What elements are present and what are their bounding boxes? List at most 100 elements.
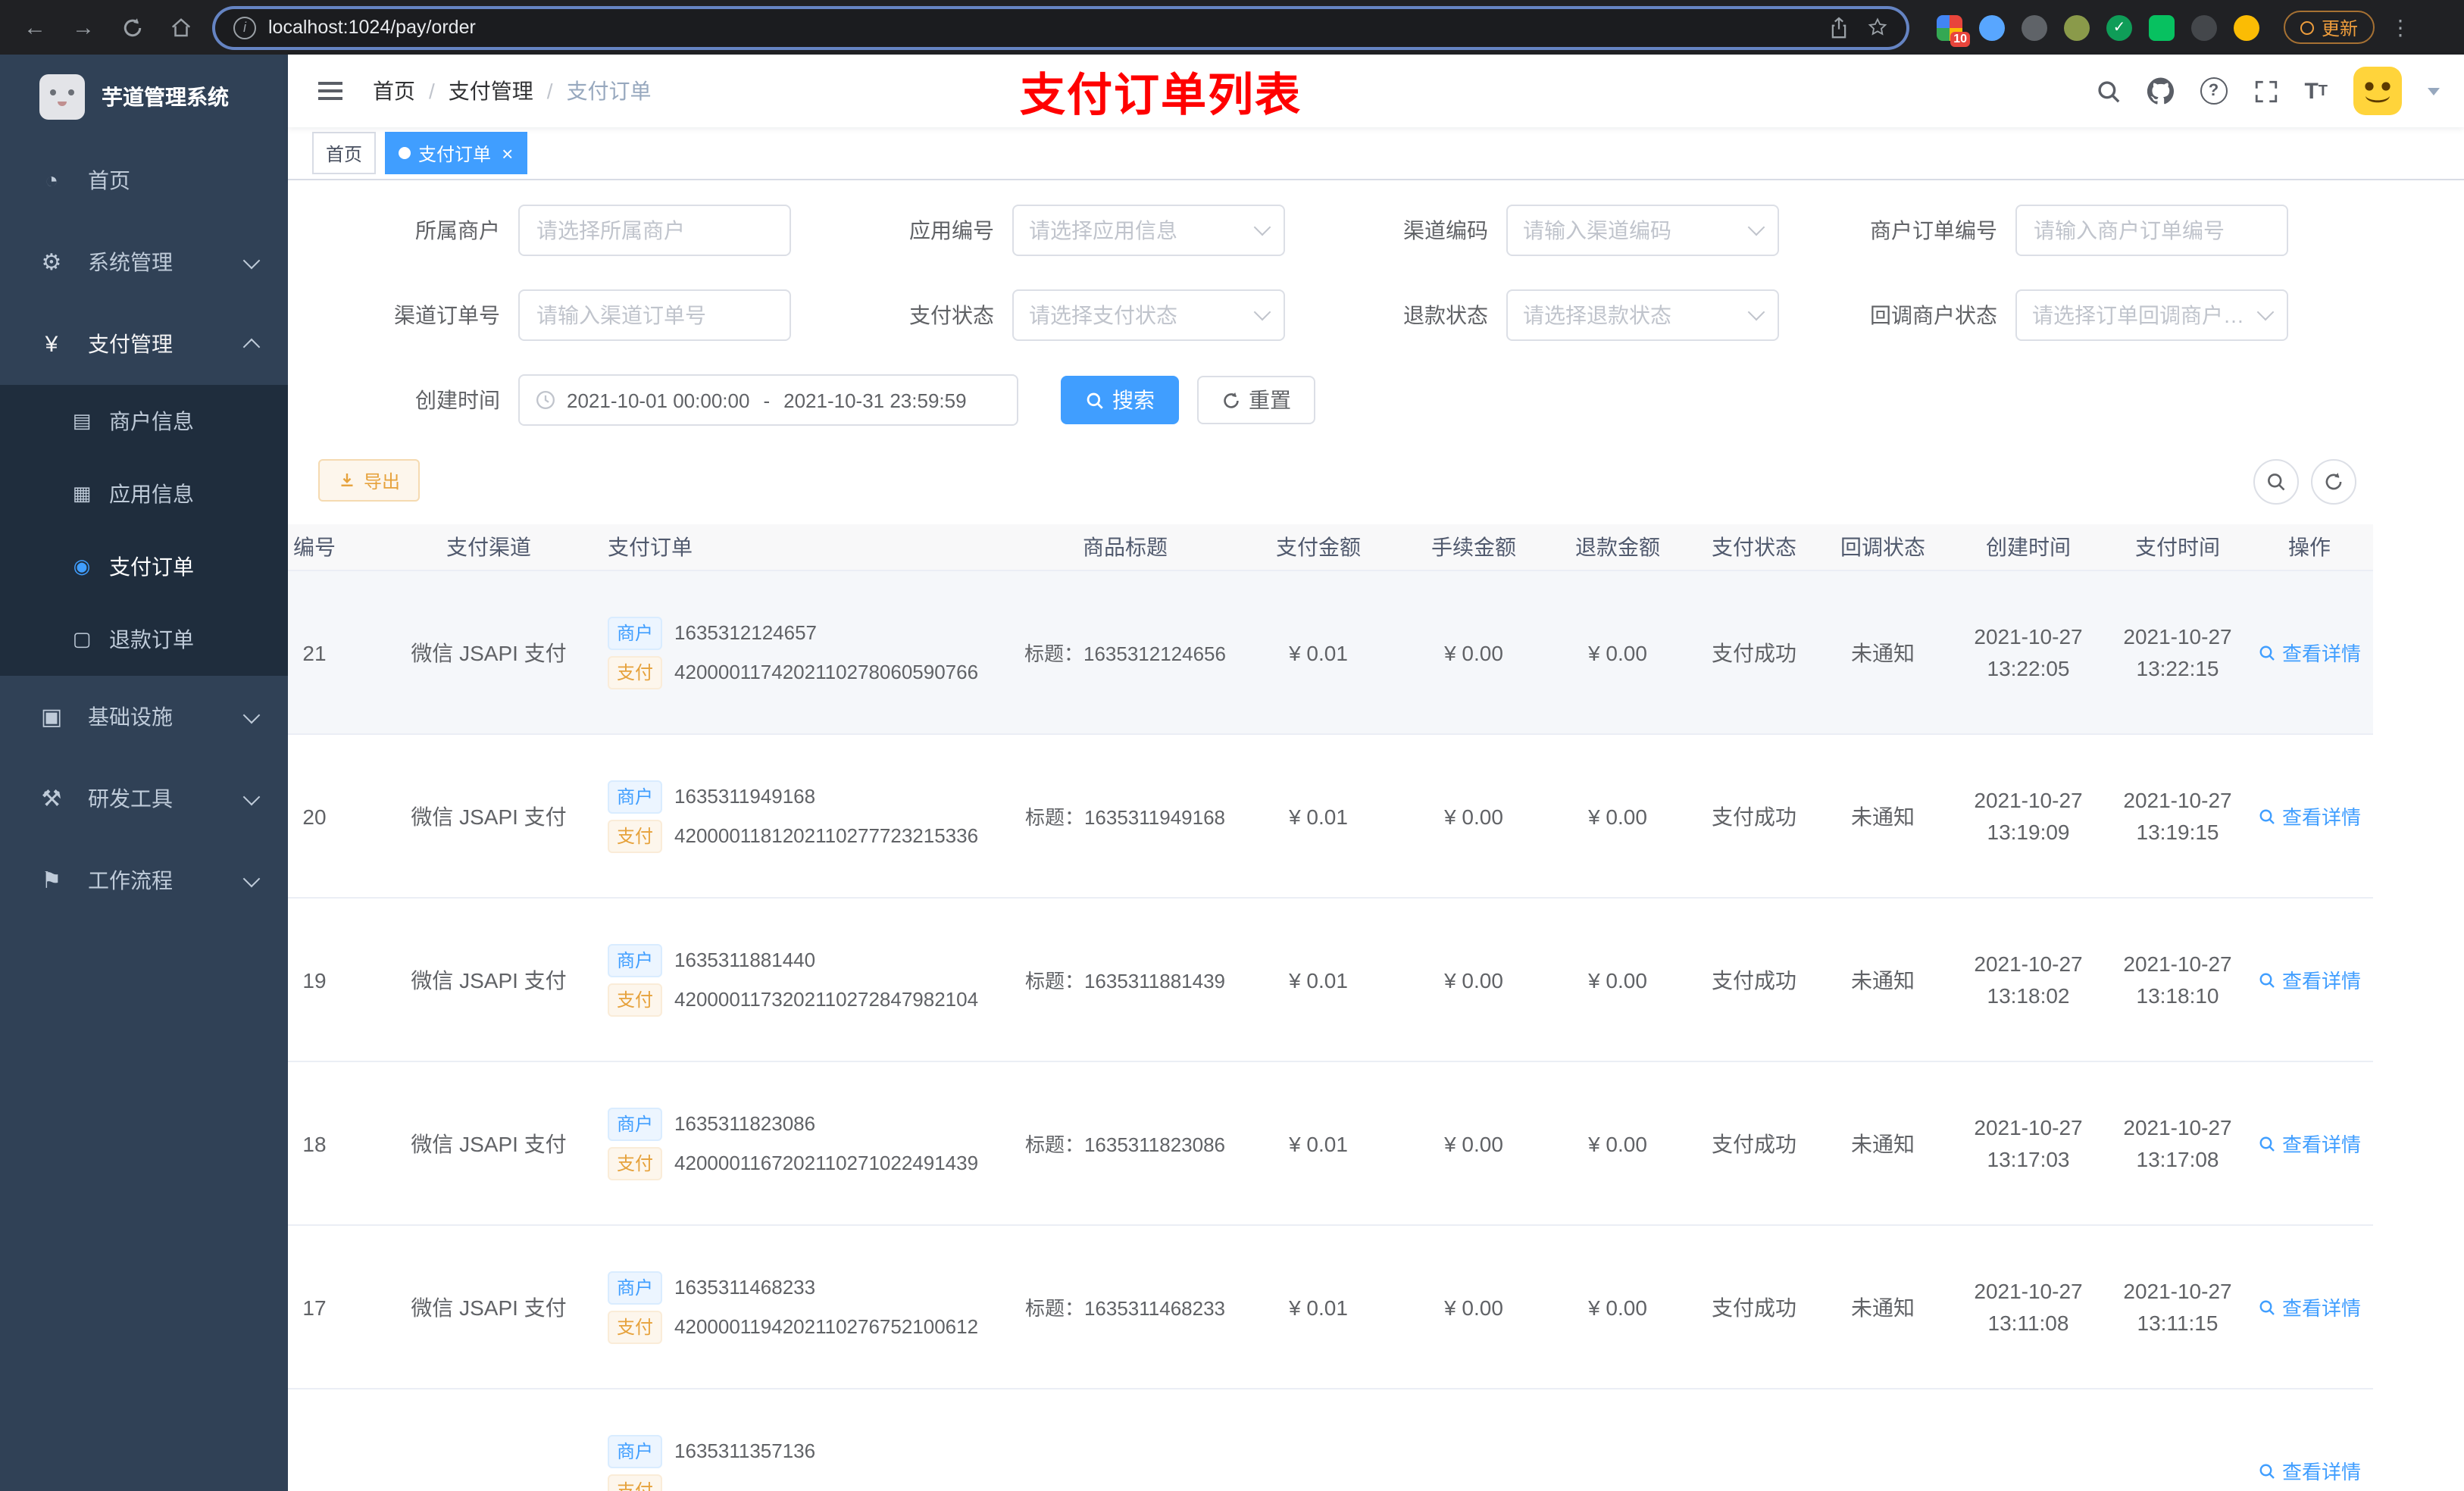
search-icon[interactable] [2095,78,2121,104]
forward-icon[interactable]: → [64,8,103,47]
search-icon [2259,645,2275,660]
hide-search-button[interactable] [2253,459,2299,505]
extension-face-icon[interactable] [2234,14,2259,40]
extension-chat-icon[interactable] [2149,14,2175,40]
tab-home[interactable]: 首页 [312,132,377,174]
breadcrumb-separator: / [429,79,435,103]
reload-icon[interactable] [112,8,152,47]
user-avatar[interactable] [2353,67,2402,115]
fee-amount-cell: ¥ 0.00 [1444,1131,1503,1155]
view-detail-link[interactable]: 查看详情 [2258,1129,2361,1158]
col-pay-amount: 支付金额 [1276,535,1361,559]
tab-pay-order[interactable]: 支付订单 × [385,132,527,174]
refund-status-select[interactable]: 请选择退款状态 [1506,289,1779,341]
refresh-table-button[interactable] [2311,459,2356,505]
pay-channel-cell: 微信 JSAPI 支付 [411,967,567,992]
help-icon[interactable]: ? [2200,77,2228,105]
site-info-icon[interactable]: i [233,16,256,39]
browser-menu-icon[interactable]: ⋮ [2384,14,2417,40]
col-pay-time: 支付时间 [2135,535,2220,559]
view-detail-link[interactable]: 查看详情 [2258,1456,2361,1485]
search-button[interactable]: 搜索 [1061,376,1179,424]
order-id-cell: 17 [302,1295,327,1319]
logo[interactable]: 芋道管理系统 [0,55,288,139]
font-size-icon[interactable]: TT [2304,78,2328,104]
browser-chrome: ← → i localhost:1024/pay/order 10 ✓ 更新 ⋮ [0,0,2464,55]
sidebar-item-infrastructure[interactable]: ▣ 基础设施 [0,676,288,758]
actions-cell: 查看详情 [2246,965,2373,994]
actions-cell: 查看详情 [2246,638,2373,667]
order-id-cell: 21 [302,640,327,664]
view-detail-link[interactable]: 查看详情 [2258,638,2361,667]
table-toolbar: 导出 [318,459,2464,505]
sidebar-item-system[interactable]: ⚙ 系统管理 [0,221,288,303]
home-icon[interactable] [161,8,200,47]
filter-channel-order-no: 渠道订单号 [318,289,791,341]
address-bar[interactable]: i localhost:1024/pay/order [215,8,1906,46]
app-id-select[interactable]: 请选择应用信息 [1012,205,1285,256]
filter-create-time: 创建时间 2021-10-01 00:00:00 - 2021-10-31 23… [318,374,1018,426]
chevron-down-icon [242,705,261,724]
pay-order-cell: 商户 1635311881440 支付 42000011732021102728… [599,937,1015,1022]
breadcrumb-item[interactable]: 首页 [373,76,415,106]
pay-order-cell: 商户 1635311823086 支付 42000011672021102710… [599,1101,1015,1186]
breadcrumb-item[interactable]: 支付管理 [449,76,533,106]
create-time-cell: 2021-10-27 13:11:08 [1974,1278,2083,1334]
yen-icon: ¥ [45,331,58,357]
search-icon [2259,1299,2275,1314]
chevron-down-icon[interactable] [2428,87,2440,95]
extension-grey-icon[interactable] [2022,14,2047,40]
pay-channel-cell: 微信 JSAPI 支付 [411,640,567,664]
sidebar: 芋道管理系统 ◔ 首页 ⚙ 系统管理 ¥ 支付管理 ▤ 商户信息 ▦ 应用信息 ◉ 支付订单 ▢ 退款订单… [0,55,288,1491]
url-text: localhost:1024/pay/order [268,17,476,38]
notify-status-select[interactable]: 请选择订单回调商户状态 [2015,289,2288,341]
github-icon[interactable] [2147,77,2174,105]
sidebar-item-app-info[interactable]: ▦ 应用信息 [0,458,288,530]
share-icon[interactable] [1829,16,1849,39]
pay-channel-cell: 微信 JSAPI 支付 [411,1131,567,1155]
sidebar-item-devtools[interactable]: ⚒ 研发工具 [0,758,288,839]
extension-grid-icon[interactable]: 10 [1937,14,1970,46]
gear-icon: ⚙ [41,250,62,276]
fee-amount-cell: ¥ 0.00 [1444,967,1503,992]
extension-pinwheel-icon[interactable] [2191,14,2217,40]
refresh-icon [2325,473,2342,490]
actions-cell: 查看详情 [2246,1129,2373,1158]
sidebar-item-pay-order[interactable]: ◉ 支付订单 [0,530,288,603]
logo-avatar [39,74,85,120]
pay-amount-cell: ¥ 0.01 [1289,1295,1348,1319]
sidebar-item-workflow[interactable]: ⚑ 工作流程 [0,839,288,921]
view-detail-link[interactable]: 查看详情 [2258,965,2361,994]
sidebar-item-refund-order[interactable]: ▢ 退款订单 [0,603,288,676]
sidebar-item-merchant-info[interactable]: ▤ 商户信息 [0,385,288,458]
chevron-down-icon [242,787,261,805]
pay-status-select[interactable]: 请选择支付状态 [1012,289,1285,341]
pay-amount-cell: ¥ 0.01 [1289,804,1348,828]
sidebar-item-payment[interactable]: ¥ 支付管理 [0,303,288,385]
reset-button[interactable]: 重置 [1197,376,1315,424]
view-detail-link[interactable]: 查看详情 [2258,1293,2361,1321]
extension-check-icon[interactable]: ✓ [2106,14,2132,40]
hamburger-icon[interactable] [312,73,349,109]
export-button[interactable]: 导出 [318,459,421,502]
close-icon[interactable]: × [502,143,513,163]
pay-status-cell: 支付成功 [1712,967,1796,992]
sidebar-item-home[interactable]: ◔ 首页 [0,139,288,221]
extension-olive-icon[interactable] [2064,14,2090,40]
channel-code-select[interactable]: 请输入渠道编码 [1506,205,1779,256]
browser-update-button[interactable]: 更新 [2284,11,2375,44]
merchant-order-no-input[interactable] [2015,205,2288,256]
filter-channel-code: 渠道编码 请输入渠道编码 [1306,205,1779,256]
bookmark-star-icon[interactable] [1867,17,1888,38]
orders-table: 编号 支付渠道 支付订单 商品标题 支付金额 手续金额 退款金额 支付状态 回调… [288,524,2373,1491]
channel-order-no-input[interactable] [518,289,791,341]
fullscreen-icon[interactable] [2253,78,2278,104]
date-start: 2021-10-01 00:00:00 [567,389,750,411]
merchant-input[interactable] [518,205,791,256]
extension-drop-icon[interactable] [1979,14,2005,40]
back-icon[interactable]: ← [15,8,55,47]
refund-amount-cell: ¥ 0.00 [1588,640,1647,664]
date-range-picker[interactable]: 2021-10-01 00:00:00 - 2021-10-31 23:59:5… [518,374,1018,426]
view-detail-link[interactable]: 查看详情 [2258,802,2361,830]
infra-icon: ▣ [40,705,63,730]
